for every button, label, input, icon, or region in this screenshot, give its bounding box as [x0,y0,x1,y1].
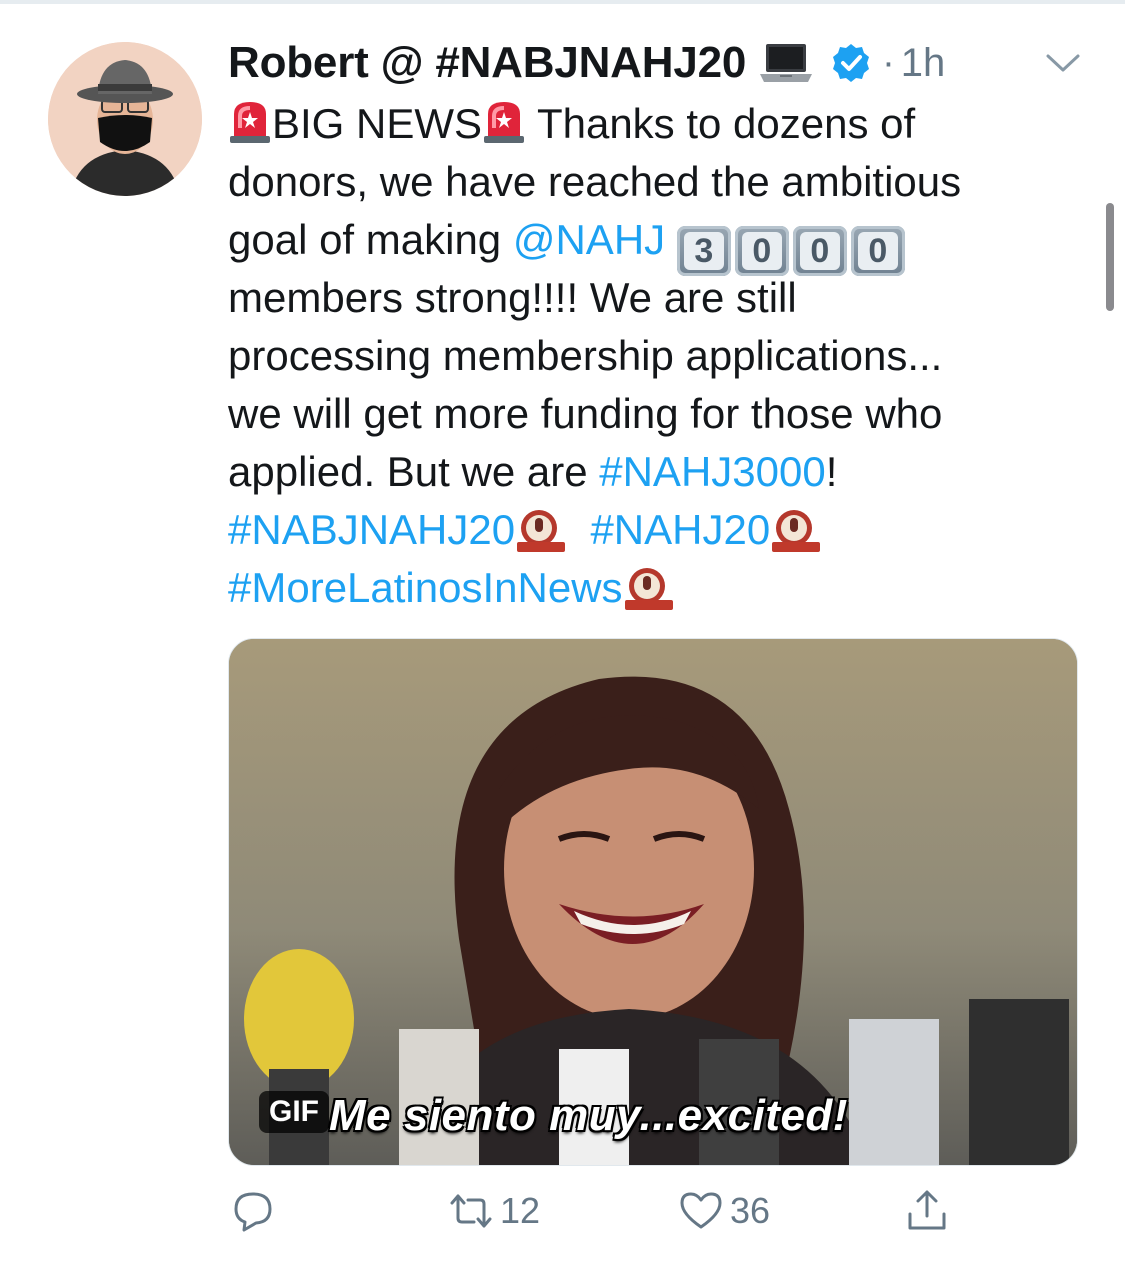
author-name[interactable]: Robert @ #NABJNAHJ20 [228,38,746,88]
text-line: applied. But we are #NAHJ3000! [228,443,1088,501]
text-line: we will get more funding for those who [228,390,943,437]
tweet-header: Robert @ #NABJNAHJ20 · 1h [228,34,945,92]
mention-link[interactable]: @NAHJ [513,216,665,263]
like-count: 36 [730,1190,771,1231]
keycap-digit: 0 [792,226,847,276]
top-divider [0,0,1125,4]
gif-badge: GIF [259,1091,329,1133]
hashtag-link[interactable]: #NABJNAHJ20 [228,506,515,553]
microphone-icon [517,510,566,552]
reply-icon [234,1192,272,1232]
text-line: members strong!!!! We are still [228,274,797,321]
chevron-down-icon[interactable] [1044,50,1082,76]
text-line: #MoreLatinosInNews [228,559,1088,617]
tweet-text: BIG NEWS Thanks to dozens of donors, we … [228,95,1088,617]
keycap-digit: 0 [850,226,905,276]
hashtag-link[interactable]: #NAHJ20 [590,506,770,553]
text-line: donors, we have reached the ambitious [228,158,962,205]
text-line: #NABJNAHJ20 #NAHJ20 [228,501,1088,559]
text-segment: applied. But we are [228,448,600,495]
action-bar: 12 36 [228,1188,1088,1244]
hashtag-link[interactable]: #MoreLatinosInNews [228,564,623,611]
retweet-count: 12 [500,1190,541,1231]
share-button[interactable] [904,1188,950,1234]
hashtag-link[interactable]: #NAHJ3000 [599,448,825,495]
avatar[interactable] [48,42,202,196]
text-line: processing membership applications... [228,332,943,379]
siren-icon [484,102,525,143]
text-segment: Thanks to dozens of [526,100,916,147]
laptop-icon [760,44,813,82]
text-line: BIG NEWS Thanks to dozens of [228,95,1088,153]
text-segment: ! [825,448,838,495]
gif-caption: Me siento muy...excited! [329,1091,848,1140]
microphone-icon [624,568,673,610]
verified-icon [833,44,870,82]
microphone-icon [772,510,821,552]
big-news-text: BIG NEWS [272,100,483,147]
gif-image [229,639,1077,1165]
retweet-button[interactable]: 12 [448,1188,540,1234]
siren-icon [230,102,270,143]
separator-dot: · [882,41,895,84]
reply-button[interactable] [230,1188,282,1234]
heart-icon [680,1192,722,1229]
gif-media[interactable]: GIF Me siento muy...excited! [228,638,1078,1166]
timestamp[interactable]: 1h [901,41,946,86]
like-button[interactable]: 36 [678,1188,770,1234]
text-segment: goal of making [228,216,513,263]
share-icon [908,1190,946,1230]
scrollbar-thumb[interactable] [1106,203,1114,311]
text-line: goal of making @NAHJ 3000 [228,211,1088,276]
retweet-icon [450,1194,492,1228]
